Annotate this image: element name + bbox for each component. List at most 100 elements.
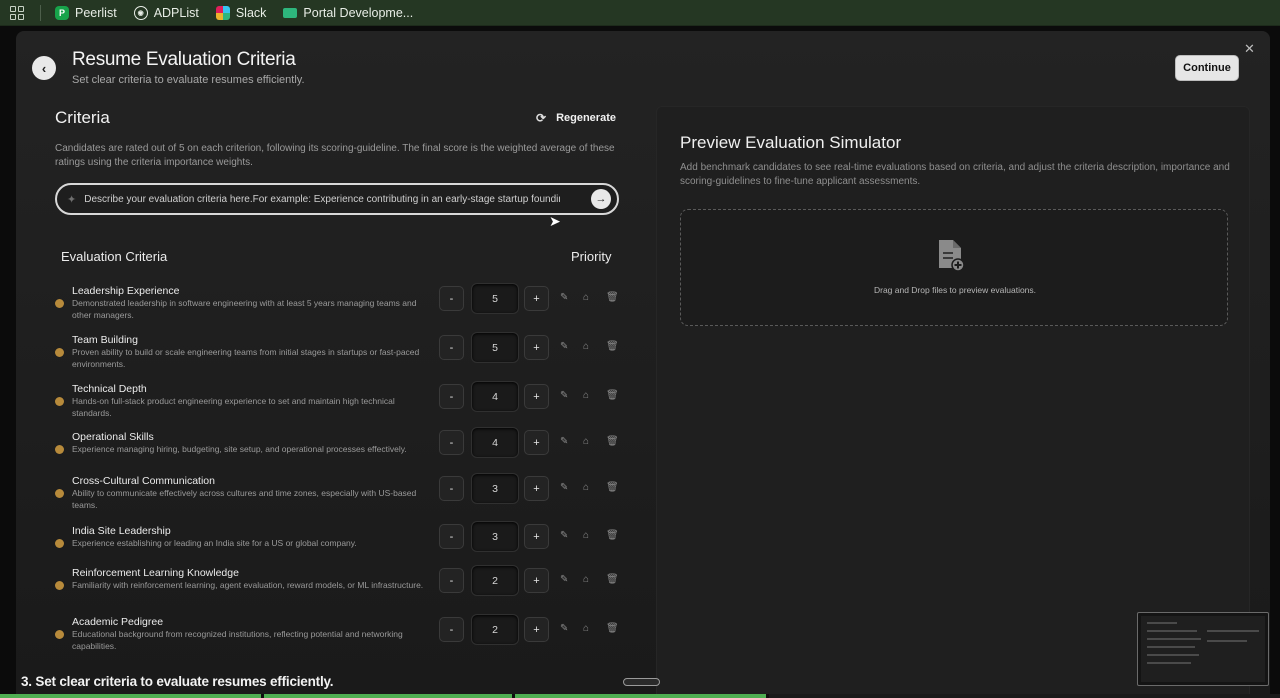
criteria-name: Academic Pedigree <box>72 616 164 628</box>
priority-value[interactable]: 4 <box>471 381 519 412</box>
priority-value[interactable]: 5 <box>471 332 519 363</box>
lock-icon[interactable]: ⌂ <box>583 436 589 447</box>
apps-grid-icon[interactable] <box>10 5 24 20</box>
bookmark-label: ADPList <box>153 5 199 20</box>
criteria-name: Team Building <box>72 334 138 346</box>
importance-dot <box>55 630 64 639</box>
regenerate-button[interactable]: ⟳ Regenerate <box>536 111 616 125</box>
trash-icon[interactable]: 🗑 <box>606 482 619 493</box>
criteria-text: Demonstrated leadership in software engi… <box>72 298 417 320</box>
increase-priority-button[interactable]: + <box>524 335 549 360</box>
criteria-row: Academic Pedigree Educational background… <box>55 614 625 660</box>
decrease-priority-button[interactable]: - <box>439 617 464 642</box>
importance-dot <box>55 581 64 590</box>
criteria-row: Cross-Cultural Communication Ability to … <box>55 473 625 519</box>
pencil-icon[interactable]: ✎ <box>560 574 568 585</box>
file-dropzone[interactable]: Drag and Drop files to preview evaluatio… <box>680 209 1228 326</box>
decrease-priority-button[interactable]: - <box>439 430 464 455</box>
pencil-icon[interactable]: ✎ <box>560 341 568 352</box>
close-icon[interactable]: ✕ <box>1244 41 1255 57</box>
trash-icon[interactable]: 🗑 <box>606 436 619 447</box>
lock-icon[interactable]: ⌂ <box>583 574 589 585</box>
criteria-row: Leadership Experience Demonstrated leade… <box>55 283 625 329</box>
continue-button[interactable]: Continue <box>1175 55 1239 81</box>
decrease-priority-button[interactable]: - <box>439 384 464 409</box>
priority-value[interactable]: 2 <box>471 614 519 645</box>
lock-icon[interactable]: ⌂ <box>583 390 589 401</box>
increase-priority-button[interactable]: + <box>524 617 549 642</box>
decrease-priority-button[interactable]: - <box>439 476 464 501</box>
thumbnail-image <box>1141 616 1265 682</box>
trash-icon[interactable]: 🗑 <box>606 530 619 541</box>
bookmark-label: Slack <box>235 5 267 20</box>
decrease-priority-button[interactable]: - <box>439 568 464 593</box>
priority-value[interactable]: 5 <box>471 283 519 314</box>
bookmark-adplist[interactable]: ◉ ADPList <box>133 5 199 20</box>
increase-priority-button[interactable]: + <box>524 430 549 455</box>
criteria-prompt-input[interactable] <box>84 193 561 205</box>
pencil-icon[interactable]: ✎ <box>560 292 568 303</box>
criteria-text: Proven ability to build or scale enginee… <box>72 347 420 369</box>
lock-icon[interactable]: ⌂ <box>583 623 589 634</box>
pencil-icon[interactable]: ✎ <box>560 390 568 401</box>
priority-value[interactable]: 2 <box>471 565 519 596</box>
lock-icon[interactable]: ⌂ <box>583 530 589 541</box>
slack-icon <box>215 5 230 20</box>
increase-priority-button[interactable]: + <box>524 524 549 549</box>
lock-icon[interactable]: ⌂ <box>583 482 589 493</box>
criteria-heading: Criteria <box>55 108 110 127</box>
priority-value[interactable]: 3 <box>471 521 519 552</box>
lock-icon[interactable]: ⌂ <box>583 292 589 303</box>
criteria-text: Educational background from recognized i… <box>72 629 403 651</box>
pencil-icon[interactable]: ✎ <box>560 530 568 541</box>
horizontal-scrollbar[interactable] <box>623 678 660 686</box>
trash-icon[interactable]: 🗑 <box>606 390 619 401</box>
importance-dot <box>55 539 64 548</box>
preview-description: Add benchmark candidates to see real-tim… <box>680 162 1230 187</box>
trash-icon[interactable]: 🗑 <box>606 341 619 352</box>
criteria-row: Operational Skills Experience managing h… <box>55 427 625 475</box>
increase-priority-button[interactable]: + <box>524 286 549 311</box>
importance-dot <box>55 397 64 406</box>
priority-heading: Priority <box>571 249 612 264</box>
pencil-icon[interactable]: ✎ <box>560 623 568 634</box>
importance-dot <box>55 489 64 498</box>
criteria-text: Hands-on full-stack product engineering … <box>72 396 395 418</box>
criteria-row: India Site Leadership Experience establi… <box>55 521 625 569</box>
bookmark-peerlist[interactable]: P Peerlist <box>55 5 117 20</box>
lock-icon[interactable]: ⌂ <box>583 341 589 352</box>
criteria-row: Technical Depth Hands-on full-stack prod… <box>55 381 625 427</box>
peerlist-icon: P <box>55 5 69 20</box>
bookmarks-separator <box>40 4 41 21</box>
video-progress-bar[interactable] <box>0 694 1280 698</box>
adplist-icon: ◉ <box>133 5 148 20</box>
evaluation-criteria-heading: Evaluation Criteria <box>61 249 168 264</box>
sparkle-icon: ✦ <box>67 193 77 206</box>
trash-icon[interactable]: 🗑 <box>606 623 619 634</box>
priority-value[interactable]: 4 <box>471 427 519 458</box>
portal-icon <box>283 7 298 18</box>
criteria-text: Experience managing hiring, budgeting, s… <box>72 444 407 454</box>
send-button[interactable]: → <box>591 189 611 209</box>
criteria-name: Leadership Experience <box>72 285 180 297</box>
trash-icon[interactable]: 🗑 <box>606 574 619 585</box>
decrease-priority-button[interactable]: - <box>439 286 464 311</box>
preview-thumbnail[interactable] <box>1137 612 1269 686</box>
mouse-cursor-icon: ➤ <box>549 213 561 229</box>
criteria-name: India Site Leadership <box>72 525 171 537</box>
bookmark-portal[interactable]: Portal Developme... <box>283 6 413 20</box>
increase-priority-button[interactable]: + <box>524 384 549 409</box>
increase-priority-button[interactable]: + <box>524 568 549 593</box>
priority-value[interactable]: 3 <box>471 473 519 504</box>
criteria-description: Candidates are rated out of 5 on each cr… <box>55 143 615 168</box>
arrow-right-icon: → <box>595 193 607 205</box>
decrease-priority-button[interactable]: - <box>439 335 464 360</box>
bookmark-slack[interactable]: Slack <box>215 5 267 20</box>
decrease-priority-button[interactable]: - <box>439 524 464 549</box>
preview-panel: Preview Evaluation Simulator Add benchma… <box>656 106 1250 698</box>
pencil-icon[interactable]: ✎ <box>560 436 568 447</box>
back-button[interactable]: ‹ <box>32 56 56 80</box>
trash-icon[interactable]: 🗑 <box>606 292 619 303</box>
pencil-icon[interactable]: ✎ <box>560 482 568 493</box>
increase-priority-button[interactable]: + <box>524 476 549 501</box>
